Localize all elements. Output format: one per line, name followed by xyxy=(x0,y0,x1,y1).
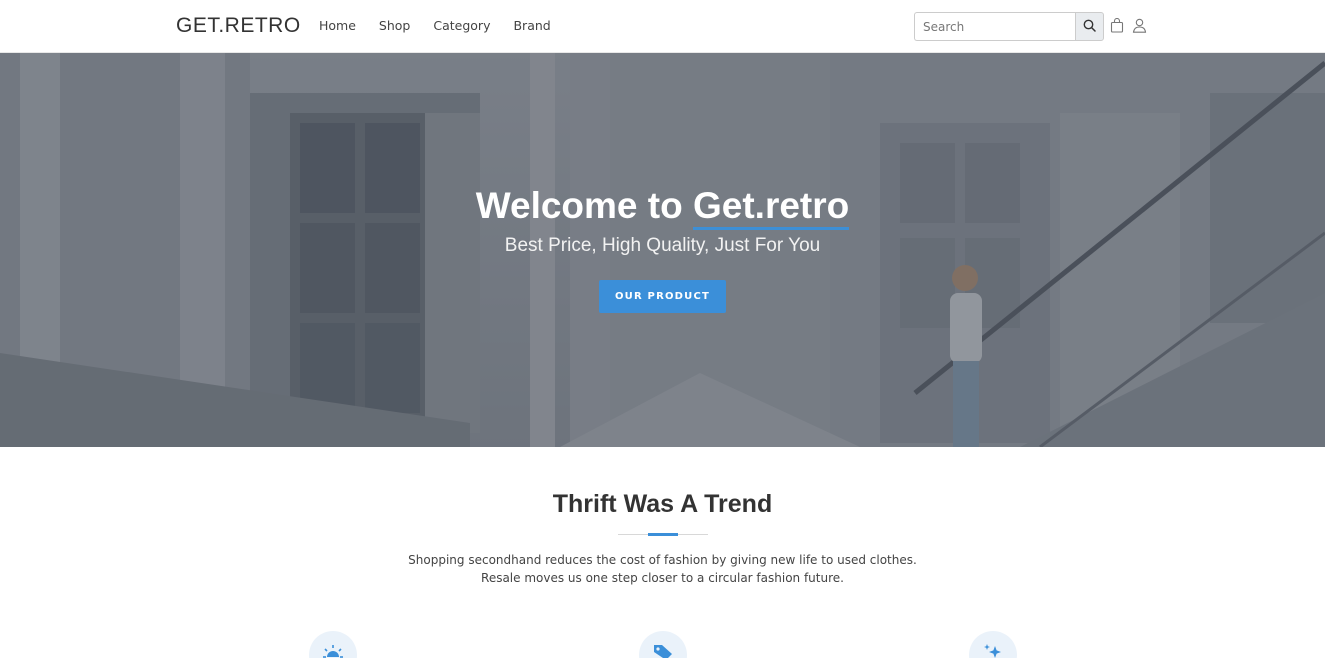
feature-icon-sun xyxy=(309,631,357,658)
search-icon xyxy=(1083,19,1096,35)
hero-title-accent: Get.retro xyxy=(692,186,850,230)
section-description-line: Shopping secondhand reduces the cost of … xyxy=(408,553,917,567)
hero-banner: Welcome to Get.retro Best Price, High Qu… xyxy=(0,53,1325,447)
nav-link-brand[interactable]: Brand xyxy=(513,18,550,33)
hero-title-prefix: Welcome to xyxy=(475,185,693,226)
section-description: Shopping secondhand reduces the cost of … xyxy=(0,551,1325,587)
user-icon[interactable] xyxy=(1131,17,1147,33)
section-description-line: Resale moves us one step closer to a cir… xyxy=(481,571,844,585)
hero-title: Welcome to Get.retro xyxy=(0,185,1325,230)
section-title: Thrift Was A Trend xyxy=(552,490,773,518)
nav-links: Home Shop Category Brand xyxy=(319,18,574,33)
nav-link-category[interactable]: Category xyxy=(433,18,490,33)
feature-icon-sparkles xyxy=(969,631,1017,658)
brand-logo[interactable]: GET.RETRO xyxy=(176,14,301,38)
price-tag-icon xyxy=(653,644,673,658)
hero-subtitle: Best Price, High Quality, Just For You xyxy=(504,235,821,256)
our-product-button[interactable]: OUR PRODUCT xyxy=(599,280,726,313)
sparkles-icon xyxy=(983,644,1003,658)
navbar: GET.RETRO Home Shop Category Brand xyxy=(0,0,1325,53)
nav-link-shop[interactable]: Shop xyxy=(379,18,410,33)
feature-icon-tag xyxy=(639,631,687,658)
sun-icon xyxy=(323,644,343,658)
search-form xyxy=(914,12,1104,41)
search-input[interactable] xyxy=(914,12,1075,41)
nav-link-home[interactable]: Home xyxy=(319,18,356,33)
section-divider-accent xyxy=(648,533,678,536)
search-button[interactable] xyxy=(1075,12,1104,41)
shopping-bag-icon[interactable] xyxy=(1109,17,1125,33)
